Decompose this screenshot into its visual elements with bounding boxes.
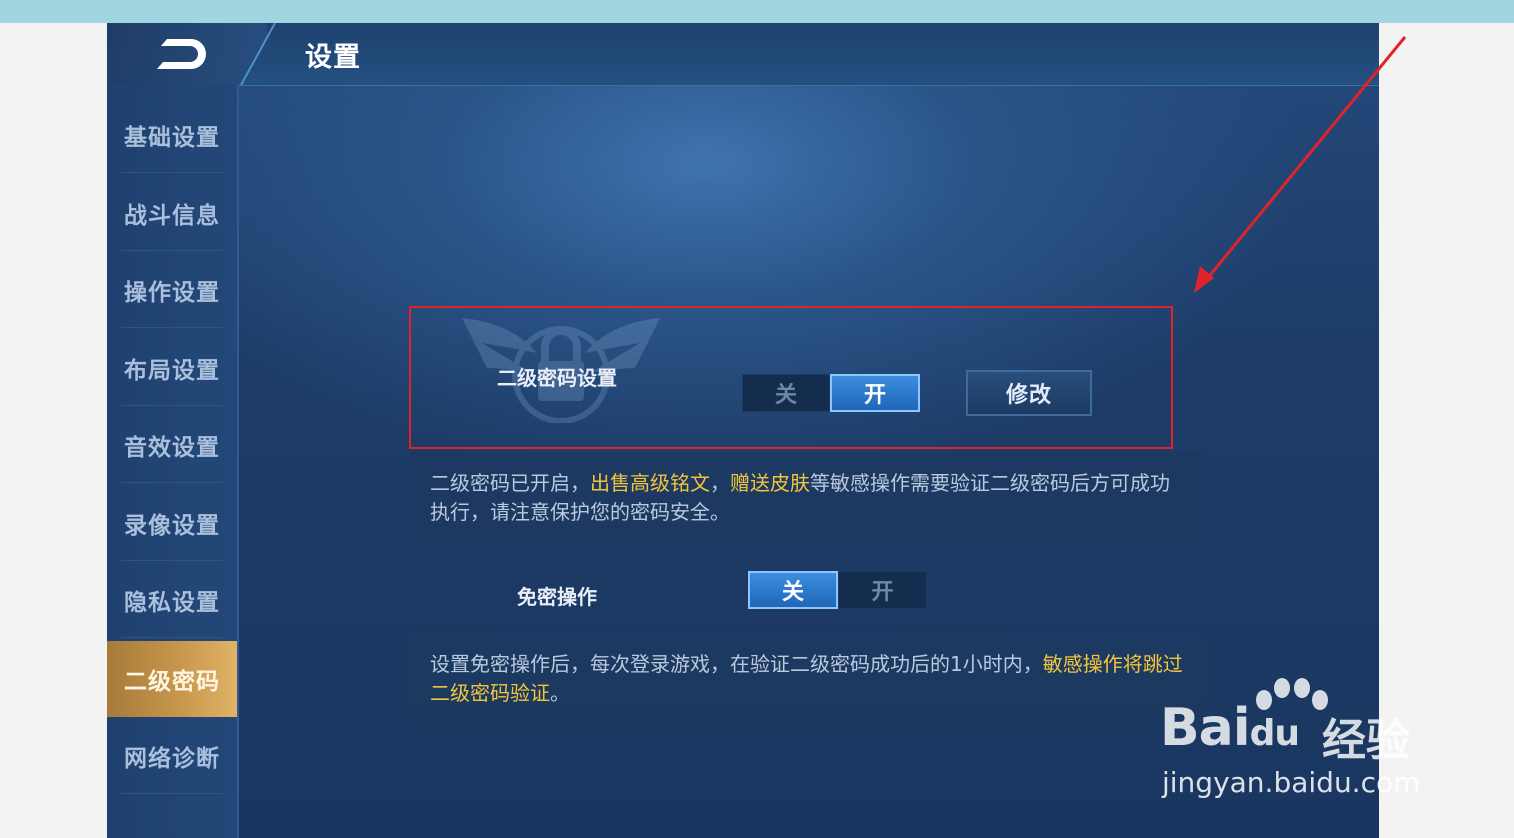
sidebar-item-label: 录像设置 (124, 513, 220, 539)
sidebar-item-label: 战斗信息 (124, 203, 220, 229)
sidebar-item-controls[interactable]: 操作设置 (107, 252, 237, 328)
sidebar-item-audio[interactable]: 音效设置 (107, 407, 237, 483)
password-free-info: 设置免密操作后，每次登录游戏，在验证二级密码成功后的1小时内，敏感操作将跳过二级… (410, 633, 1205, 725)
info-text: 设置免密操作后，每次登录游戏，在验证二级密码成功后的1小时内， (430, 652, 1043, 676)
info-highlight: 赠送皮肤 (730, 471, 810, 495)
sidebar-item-privacy[interactable]: 隐私设置 (107, 562, 237, 638)
sidebar-item-network-diagnosis[interactable]: 网络诊断 (107, 718, 237, 794)
divider (121, 637, 223, 638)
sidebar: 基础设置 战斗信息 操作设置 布局设置 音效设置 录像设置 隐私设置 二级密码 … (107, 85, 239, 838)
baidu-jingyan-watermark: Baidu 经验 jingyan.baidu.com (1160, 676, 1440, 816)
watermark-brand-bai: Bai (1160, 698, 1251, 758)
password-free-off-button[interactable]: 关 (748, 571, 838, 609)
password-free-on-button[interactable]: 开 (838, 571, 927, 609)
sidebar-item-layout[interactable]: 布局设置 (107, 330, 237, 406)
sidebar-item-label: 隐私设置 (124, 590, 220, 616)
password-free-toggle: 关 开 (748, 571, 927, 609)
top-strip (0, 0, 1514, 23)
sidebar-item-label: 音效设置 (124, 435, 220, 461)
annotation-arrow (1194, 36, 1407, 293)
info-highlight: 出售高级铭文 (590, 471, 710, 495)
info-text: 。 (550, 681, 570, 705)
header-slash (240, 23, 276, 85)
sidebar-item-replay[interactable]: 录像设置 (107, 485, 237, 561)
paw-icon (1256, 678, 1328, 710)
sidebar-item-label: 布局设置 (124, 358, 220, 384)
info-text: ， (710, 471, 730, 495)
secondary-password-info: 二级密码已开启，出售高级铭文，赠送皮肤等敏感操作需要验证二级密码后方可成功执行，… (410, 452, 1205, 544)
divider (121, 793, 223, 794)
sidebar-item-label: 二级密码 (124, 669, 220, 695)
back-icon[interactable] (143, 33, 223, 75)
watermark-brand-du: du (1249, 713, 1300, 754)
divider (121, 172, 223, 173)
divider (121, 327, 223, 328)
sidebar-item-label: 操作设置 (124, 280, 220, 306)
info-text: 二级密码已开启， (430, 471, 590, 495)
password-free-label: 免密操作 (517, 585, 597, 609)
divider (121, 482, 223, 483)
watermark-cn: 经验 (1322, 715, 1410, 766)
sidebar-item-battle-info[interactable]: 战斗信息 (107, 175, 237, 251)
sidebar-item-label: 网络诊断 (124, 746, 220, 772)
divider (121, 560, 223, 561)
annotation-highlight-box (409, 306, 1173, 449)
divider (121, 405, 223, 406)
page-title: 设置 (305, 42, 361, 73)
sidebar-item-secondary-password[interactable]: 二级密码 (107, 641, 237, 717)
divider (121, 250, 223, 251)
sidebar-item-basic[interactable]: 基础设置 (107, 97, 237, 173)
sidebar-item-label: 基础设置 (124, 125, 220, 151)
watermark-url: jingyan.baidu.com (1162, 766, 1421, 799)
